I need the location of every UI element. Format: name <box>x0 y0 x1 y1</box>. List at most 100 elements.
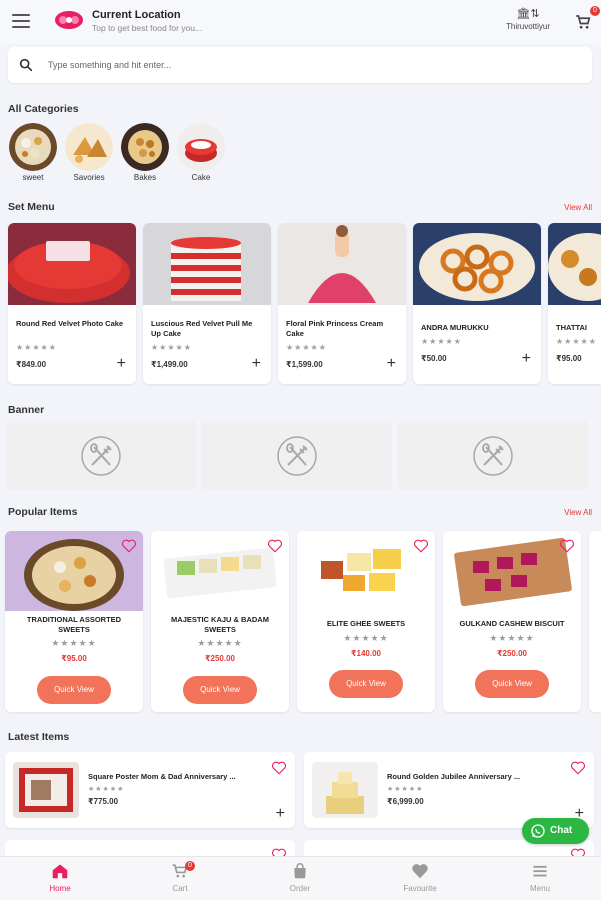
quick-view-button[interactable]: Quick View <box>37 676 111 704</box>
nav-order[interactable]: Order <box>260 863 340 893</box>
product-rating: ★★★★★ <box>343 633 389 643</box>
favourite-heart-icon[interactable] <box>413 539 429 553</box>
product-name: Floral Pink Princess Cream Cake <box>286 319 384 338</box>
banner-slide[interactable] <box>6 421 196 490</box>
category-sweet[interactable]: sweet <box>9 123 57 182</box>
app-header: Current Location Top to get best food fo… <box>0 0 601 44</box>
product-rating: ★★★★★ <box>51 638 97 648</box>
product-rating: ★★★★★ <box>421 337 462 346</box>
quick-view-button[interactable]: Quick View <box>329 670 403 698</box>
category-bakes[interactable]: Bakes <box>121 123 169 182</box>
nav-menu[interactable]: Menu <box>500 863 580 893</box>
hamburger-menu-icon[interactable] <box>12 14 30 28</box>
favourite-heart-icon[interactable] <box>271 761 287 775</box>
latest-items-title: Latest Items <box>8 731 70 743</box>
shopping-bag-icon <box>294 863 306 879</box>
category-savories[interactable]: Savories <box>65 123 113 182</box>
product-image <box>143 223 271 305</box>
quick-view-button[interactable]: Quick View <box>183 676 257 704</box>
cart-icon[interactable] <box>574 13 592 31</box>
product-price: ₹250.00 <box>496 649 528 658</box>
heart-icon <box>412 864 428 879</box>
product-name: Round Red Velvet Photo Cake <box>16 319 124 328</box>
nav-label: Menu <box>529 884 550 893</box>
product-price: ₹6,999.00 <box>387 797 424 806</box>
add-to-cart-plus-icon[interactable]: + <box>252 356 261 372</box>
latest-item-card[interactable]: Round Golden Jubilee Anniversary ... ★★★… <box>304 752 594 828</box>
store-label: Thiruvottiyur <box>505 22 550 31</box>
product-rating: ★★★★★ <box>387 786 424 793</box>
product-image <box>413 223 541 305</box>
bottom-navigation: Home 0 Cart Order Favourite Menu <box>0 856 601 900</box>
product-name: Round Golden Jubilee Anniversary ... <box>387 772 521 781</box>
favourite-heart-icon[interactable] <box>559 539 575 553</box>
product-price: ₹775.00 <box>88 797 119 806</box>
popular-item-card[interactable]: ELITE GHEE SWEETS ★★★★★ ₹140.00 Quick Vi… <box>297 531 435 712</box>
utensils-placeholder-icon <box>472 435 513 476</box>
nav-label: Cart <box>172 884 188 893</box>
nav-label: Home <box>49 884 71 893</box>
product-name: TRADITIONAL ASSORTED SWEETS <box>26 615 122 634</box>
current-location-subtitle[interactable]: Top to get best food for you... <box>92 23 202 33</box>
add-to-cart-plus-icon[interactable]: + <box>276 806 285 822</box>
product-name: MAJESTIC KAJU & BADAM SWEETS <box>171 615 269 634</box>
product-image <box>548 223 601 305</box>
banner-slide[interactable] <box>201 421 392 490</box>
popular-item-card[interactable]: MAJESTIC KAJU & BADAM SWEETS ★★★★★ ₹250.… <box>151 531 289 712</box>
whatsapp-icon <box>531 824 545 838</box>
latest-item-card[interactable]: Square Poster Mom & Dad Anniversary ... … <box>5 752 295 828</box>
cart-nav-badge: 0 <box>185 861 195 871</box>
chat-label: Chat <box>550 825 573 836</box>
search-input[interactable] <box>48 56 568 74</box>
popular-item-card[interactable]: GULKAND CASHEW BISCUIT ★★★★★ ₹250.00 Qui… <box>443 531 581 712</box>
product-price: ₹50.00 <box>421 354 447 363</box>
category-bakes-image <box>121 123 169 171</box>
popular-items-title: Popular Items <box>8 506 78 518</box>
product-rating: ★★★★★ <box>489 633 535 643</box>
set-menu-card[interactable]: ANDRA MURUKKU ★★★★★ ₹50.00 + <box>413 223 541 384</box>
favourite-heart-icon[interactable] <box>121 539 137 553</box>
product-rating: ★★★★★ <box>286 343 327 352</box>
product-price: ₹1,499.00 <box>151 360 188 369</box>
favourite-heart-icon[interactable] <box>570 761 586 775</box>
set-menu-card[interactable]: Floral Pink Princess Cream Cake ★★★★★ ₹1… <box>278 223 406 384</box>
product-rating: ★★★★★ <box>16 343 57 352</box>
brand-logo <box>55 11 83 29</box>
nav-favourite[interactable]: Favourite <box>380 863 460 893</box>
nav-label: Order <box>289 884 311 893</box>
search-icon <box>19 58 33 72</box>
product-name: THATTAI <box>556 323 587 332</box>
set-menu-card[interactable]: Round Red Velvet Photo Cake ★★★★★ ₹849.0… <box>8 223 136 384</box>
popular-view-all-link[interactable]: View All <box>564 508 592 517</box>
add-to-cart-plus-icon[interactable]: + <box>117 356 126 372</box>
cart-count-badge: 0 <box>590 6 600 16</box>
category-sweet-image <box>9 123 57 171</box>
current-location-title[interactable]: Current Location <box>92 9 181 21</box>
category-label: Savories <box>73 173 105 182</box>
product-rating: ★★★★★ <box>88 786 125 793</box>
set-menu-title: Set Menu <box>8 201 55 213</box>
popular-item-card[interactable] <box>589 531 601 712</box>
category-cake-image <box>177 123 225 171</box>
set-menu-view-all-link[interactable]: View All <box>564 203 592 212</box>
product-price: ₹849.00 <box>16 360 47 369</box>
add-to-cart-plus-icon[interactable]: + <box>522 351 531 367</box>
banner-slide[interactable] <box>397 421 588 490</box>
store-selector[interactable]: 🏛⇅ Thiruvottiyur <box>503 8 553 31</box>
nav-home[interactable]: Home <box>20 863 100 893</box>
product-name: GULKAND CASHEW BISCUIT <box>459 619 565 628</box>
category-cake[interactable]: Cake <box>177 123 225 182</box>
product-name: Luscious Red Velvet Pull Me Up Cake <box>151 319 253 338</box>
product-name: Square Poster Mom & Dad Anniversary ... <box>88 772 236 781</box>
popular-item-card[interactable]: TRADITIONAL ASSORTED SWEETS ★★★★★ ₹95.00… <box>5 531 143 712</box>
product-image <box>312 762 378 818</box>
set-menu-card[interactable]: Luscious Red Velvet Pull Me Up Cake ★★★★… <box>143 223 271 384</box>
nav-cart[interactable]: 0 Cart <box>140 861 220 893</box>
whatsapp-chat-button[interactable]: Chat <box>522 818 589 844</box>
quick-view-button[interactable]: Quick View <box>475 670 549 698</box>
add-to-cart-plus-icon[interactable]: + <box>387 356 396 372</box>
product-price: ₹95.00 <box>61 654 87 663</box>
set-menu-card[interactable]: THATTAI ★★★★★ ₹95.00 <box>548 223 601 384</box>
favourite-heart-icon[interactable] <box>267 539 283 553</box>
product-rating: ★★★★★ <box>151 343 192 352</box>
